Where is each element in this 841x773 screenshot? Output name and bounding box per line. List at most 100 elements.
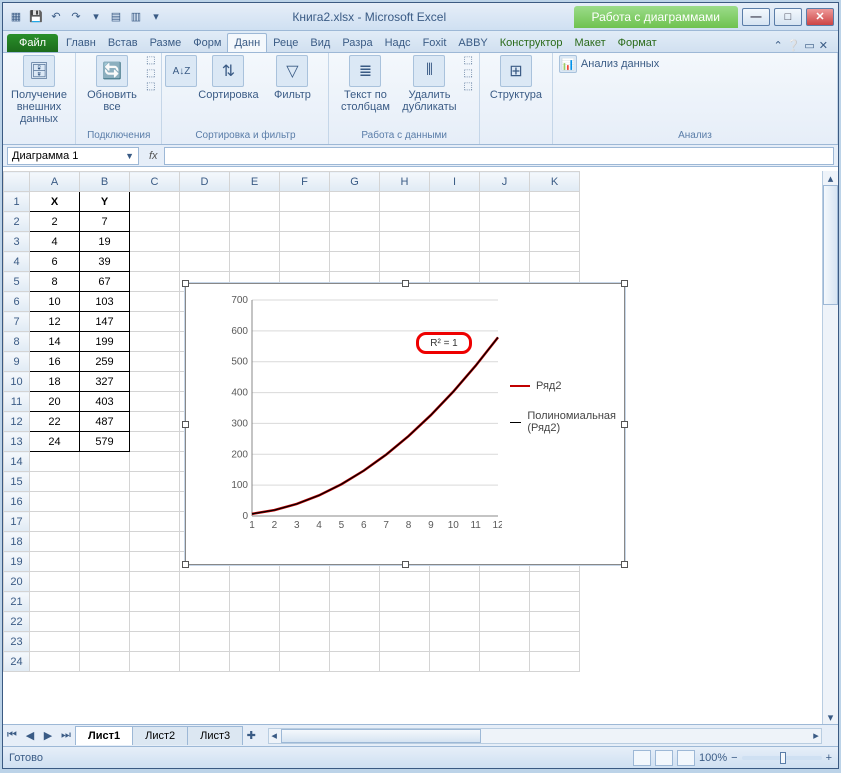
whatif-item[interactable]: ⬚ bbox=[463, 81, 472, 92]
cell[interactable] bbox=[280, 212, 330, 232]
cell[interactable] bbox=[80, 532, 130, 552]
resize-handle[interactable] bbox=[402, 280, 409, 287]
tab-chart-design[interactable]: Конструктор bbox=[494, 34, 569, 52]
column-header[interactable]: F bbox=[280, 172, 330, 192]
tab-chart-format[interactable]: Формат bbox=[612, 34, 663, 52]
cell[interactable] bbox=[480, 252, 530, 272]
qat-dropdown-icon[interactable]: ▾ bbox=[147, 8, 165, 26]
cell[interactable] bbox=[80, 452, 130, 472]
zoom-slider[interactable] bbox=[742, 756, 822, 760]
cell[interactable] bbox=[30, 632, 80, 652]
cell[interactable] bbox=[180, 232, 230, 252]
cell[interactable] bbox=[530, 212, 580, 232]
cell[interactable] bbox=[380, 612, 430, 632]
cell[interactable]: X bbox=[30, 192, 80, 212]
cell[interactable] bbox=[480, 592, 530, 612]
cell[interactable] bbox=[80, 552, 130, 572]
cell[interactable] bbox=[280, 192, 330, 212]
row-header[interactable]: 14 bbox=[4, 452, 30, 472]
cell[interactable] bbox=[80, 472, 130, 492]
cell[interactable] bbox=[430, 632, 480, 652]
column-header[interactable]: G bbox=[330, 172, 380, 192]
cell[interactable] bbox=[130, 632, 180, 652]
data-analysis-button[interactable]: 📊 Анализ данных bbox=[559, 55, 659, 73]
new-sheet-icon[interactable]: ✚ bbox=[242, 729, 260, 742]
minimize-button[interactable]: — bbox=[742, 8, 770, 26]
cell[interactable] bbox=[30, 572, 80, 592]
resize-handle[interactable] bbox=[182, 561, 189, 568]
text-to-columns-button[interactable]: ≣ Текст по столбцам bbox=[335, 55, 395, 113]
tab-nav-prev-icon[interactable]: ◀ bbox=[21, 729, 39, 742]
column-header[interactable]: A bbox=[30, 172, 80, 192]
cell[interactable] bbox=[30, 612, 80, 632]
cell[interactable]: 103 bbox=[80, 292, 130, 312]
row-header[interactable]: 5 bbox=[4, 272, 30, 292]
cell[interactable] bbox=[530, 592, 580, 612]
cell[interactable]: 67 bbox=[80, 272, 130, 292]
row-header[interactable]: 4 bbox=[4, 252, 30, 272]
cell[interactable] bbox=[330, 592, 380, 612]
resize-handle[interactable] bbox=[621, 561, 628, 568]
cell[interactable] bbox=[30, 512, 80, 532]
cell[interactable] bbox=[280, 592, 330, 612]
select-all-corner[interactable] bbox=[4, 172, 30, 192]
cell[interactable] bbox=[130, 212, 180, 232]
tab-nav-last-icon[interactable]: ⏭ bbox=[57, 729, 75, 742]
cell[interactable] bbox=[230, 572, 280, 592]
cell[interactable] bbox=[130, 312, 180, 332]
cell[interactable] bbox=[380, 632, 430, 652]
connections-item[interactable]: ⬚ bbox=[146, 55, 155, 66]
tab-data[interactable]: Данн bbox=[227, 33, 267, 52]
cell[interactable]: 18 bbox=[30, 372, 80, 392]
tab-nav-first-icon[interactable]: ⏮ bbox=[3, 729, 21, 742]
maximize-button[interactable]: □ bbox=[774, 8, 802, 26]
redo-icon[interactable]: ↷ bbox=[67, 8, 85, 26]
cell[interactable] bbox=[230, 652, 280, 672]
tab-home[interactable]: Главн bbox=[60, 34, 102, 52]
tab-addins[interactable]: Надс bbox=[379, 34, 417, 52]
cell[interactable]: 327 bbox=[80, 372, 130, 392]
qat-extra2-icon[interactable]: ▥ bbox=[127, 8, 145, 26]
column-header[interactable]: I bbox=[430, 172, 480, 192]
cell[interactable] bbox=[130, 352, 180, 372]
fx-icon[interactable]: fx bbox=[143, 150, 164, 162]
tab-nav-next-icon[interactable]: ▶ bbox=[39, 729, 57, 742]
remove-duplicates-button[interactable]: ⫴ Удалить дубликаты bbox=[399, 55, 459, 113]
cell[interactable]: 12 bbox=[30, 312, 80, 332]
column-header[interactable]: C bbox=[130, 172, 180, 192]
cell[interactable] bbox=[280, 612, 330, 632]
row-header[interactable]: 13 bbox=[4, 432, 30, 452]
filter-button[interactable]: ▽ Фильтр bbox=[262, 55, 322, 101]
chart-object[interactable]: 0100200300400500600700123456789101112 R²… bbox=[185, 283, 625, 565]
cell[interactable] bbox=[280, 652, 330, 672]
file-tab[interactable]: Файл bbox=[7, 34, 58, 52]
cell[interactable]: Y bbox=[80, 192, 130, 212]
cell[interactable] bbox=[80, 492, 130, 512]
cell[interactable] bbox=[330, 192, 380, 212]
cell[interactable] bbox=[480, 612, 530, 632]
cell[interactable]: 4 bbox=[30, 232, 80, 252]
cell[interactable] bbox=[80, 572, 130, 592]
get-external-data-button[interactable]: 🗄 Получение внешних данных bbox=[9, 55, 69, 125]
window-close-icon[interactable]: ✕ bbox=[819, 39, 828, 52]
cell[interactable] bbox=[530, 572, 580, 592]
cell[interactable]: 579 bbox=[80, 432, 130, 452]
column-header[interactable]: B bbox=[80, 172, 130, 192]
edit-links-item[interactable]: ⬚ bbox=[146, 81, 155, 92]
cell[interactable] bbox=[480, 192, 530, 212]
cell[interactable] bbox=[530, 612, 580, 632]
cell[interactable] bbox=[330, 232, 380, 252]
cell[interactable] bbox=[130, 652, 180, 672]
row-header[interactable]: 3 bbox=[4, 232, 30, 252]
zoom-in-icon[interactable]: + bbox=[826, 752, 832, 764]
cell[interactable] bbox=[130, 372, 180, 392]
scroll-up-icon[interactable]: ▴ bbox=[823, 171, 838, 185]
cell[interactable] bbox=[280, 572, 330, 592]
qat-extra-icon[interactable]: ▤ bbox=[107, 8, 125, 26]
help-icon[interactable]: ❔ bbox=[787, 39, 801, 52]
row-header[interactable]: 15 bbox=[4, 472, 30, 492]
undo-icon[interactable]: ↶ bbox=[47, 8, 65, 26]
column-header[interactable]: E bbox=[230, 172, 280, 192]
legend-item-trendline[interactable]: Полиномиальная (Ряд2) bbox=[510, 410, 616, 434]
cell[interactable] bbox=[380, 192, 430, 212]
